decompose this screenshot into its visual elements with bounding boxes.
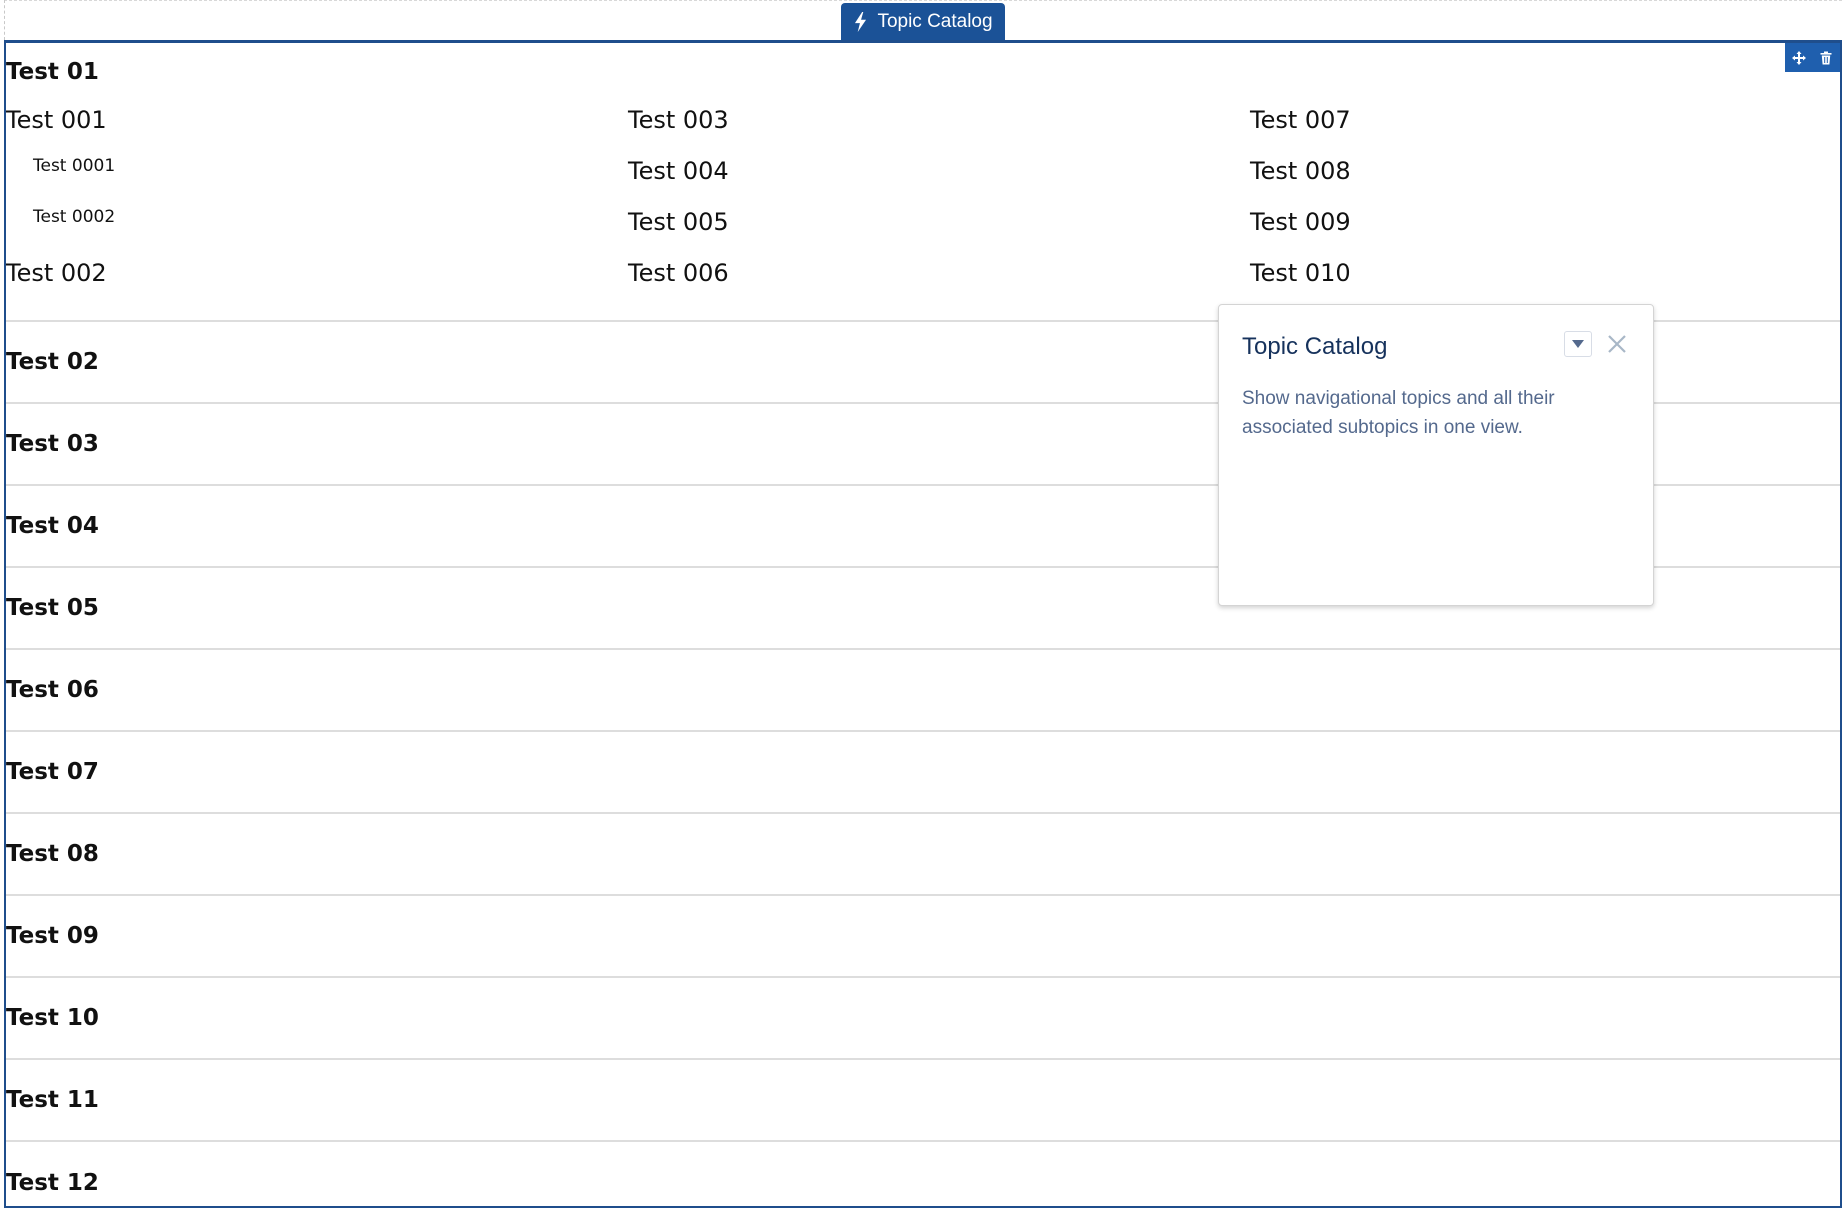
canvas-guide-left [4,0,5,40]
topic-title[interactable]: Test 03 [6,431,99,457]
subtopic-link[interactable]: Test 009 [1250,210,1351,263]
topic-row: Test 11 [6,1060,1840,1142]
topic-title[interactable]: Test 10 [6,1005,99,1031]
topic-title[interactable]: Test 11 [6,1087,99,1113]
topic-title[interactable]: Test 04 [6,513,99,539]
subtopic-column-1: Test 001 Test 0001 Test 0002 Test 002 [6,108,115,314]
topic-title[interactable]: Test 08 [6,841,99,867]
canvas-guide-top [4,0,1842,1]
popover-description: Show navigational topics and all their a… [1242,388,1555,438]
topic-catalog-component[interactable]: Test 01 Test 001 Test 0001 Test 0002 Tes… [4,40,1842,1208]
topic-title[interactable]: Test 07 [6,759,99,785]
popover-close-button[interactable] [1604,331,1630,357]
topic-row: Test 09 [6,896,1840,978]
close-icon [1608,335,1626,353]
sub-subtopic-link[interactable]: Test 0002 [6,209,115,263]
popover-title: Topic Catalog [1242,333,1388,360]
topic-title[interactable]: Test 02 [6,349,99,375]
subtopic-link[interactable]: Test 008 [1250,159,1351,212]
subtopic-link[interactable]: Test 003 [628,108,729,161]
bolt-icon [855,11,867,32]
topic-row: Test 08 [6,814,1840,896]
component-info-popover: Topic Catalog Show navigational topics a… [1218,304,1654,606]
popover-dropdown-button[interactable] [1564,331,1592,357]
subtopic-link[interactable]: Test 007 [1250,108,1351,161]
topic-section-first: Test 01 Test 001 Test 0001 Test 0002 Tes… [6,43,1840,322]
subtopic-link[interactable]: Test 005 [628,210,729,263]
sub-subtopic-link[interactable]: Test 0001 [6,158,115,212]
topic-row: Test 10 [6,978,1840,1060]
topic-title[interactable]: Test 05 [6,595,99,621]
topic-title[interactable]: Test 09 [6,923,99,949]
topic-title[interactable]: Test 01 [6,59,99,85]
topic-title[interactable]: Test 06 [6,677,99,703]
subtopic-link[interactable]: Test 006 [628,261,729,314]
caret-down-icon [1572,340,1584,348]
topic-row: Test 07 [6,732,1840,814]
component-tab[interactable]: Topic Catalog [841,3,1005,40]
subtopic-link[interactable]: Test 004 [628,159,729,212]
topic-title[interactable]: Test 12 [6,1170,99,1196]
topic-row: Test 06 [6,650,1840,732]
topic-row: Test 12 [6,1142,1840,1206]
subtopic-link[interactable]: Test 002 [6,261,115,314]
subtopic-column-2: Test 003 Test 004 Test 005 Test 006 [628,108,729,314]
component-tab-label: Topic Catalog [877,10,993,32]
subtopic-column-3: Test 007 Test 008 Test 009 Test 010 [1250,108,1351,314]
subtopic-link[interactable]: Test 001 [6,108,115,161]
